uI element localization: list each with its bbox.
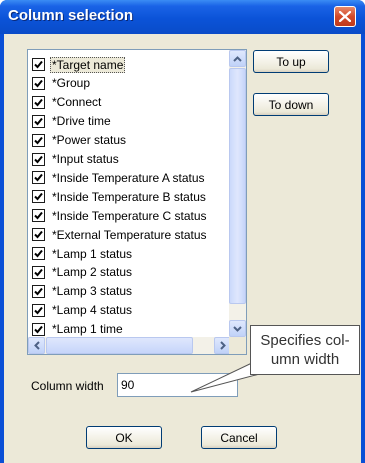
cancel-button[interactable]: Cancel (201, 426, 277, 449)
ok-button[interactable]: OK (86, 426, 162, 449)
callout-annotation: Specifies col- umn width (250, 325, 360, 375)
callout-line-1: Specifies col- (260, 332, 350, 349)
callout-line-2: umn width (270, 351, 340, 368)
callout-pointer (190, 361, 269, 393)
